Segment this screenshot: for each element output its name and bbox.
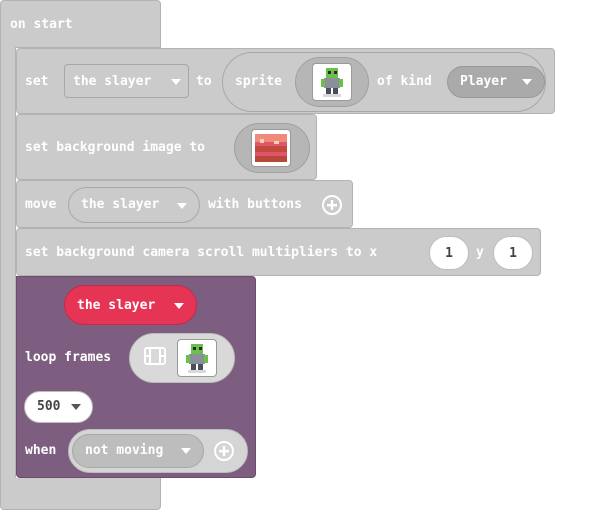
kind-dropdown-label: Player <box>460 74 507 89</box>
kind-dropdown[interactable]: Player <box>447 66 545 98</box>
add-circle-icon[interactable] <box>321 194 343 216</box>
background-image-picker[interactable] <box>234 123 310 173</box>
background-image-icon <box>255 134 287 162</box>
add-circle-icon[interactable] <box>213 440 235 462</box>
variable-dropdown-the-slayer[interactable]: the slayer <box>64 64 189 98</box>
with-buttons-label: with buttons <box>208 197 302 212</box>
when-label: when <box>25 443 57 458</box>
on-start-bottom <box>0 478 161 510</box>
set-background-block[interactable]: set background image to <box>16 114 317 180</box>
interval-value: 500 <box>37 399 61 414</box>
y-value-input[interactable]: 1 <box>493 236 533 270</box>
sprite-image-picker[interactable] <box>295 57 369 107</box>
move-block[interactable]: move the slayer with buttons <box>16 180 353 228</box>
sprite-create-block[interactable]: sprite of kind Player <box>222 52 546 112</box>
on-start-left-rail <box>0 47 16 481</box>
move-label: move <box>25 197 57 212</box>
interval-dropdown[interactable]: 500 <box>24 391 93 423</box>
condition-dropdown[interactable]: not moving <box>72 434 204 468</box>
chevron-down-icon <box>171 79 181 85</box>
slayer-sprite-icon <box>321 68 343 97</box>
animation-sprite-variable[interactable]: the slayer <box>64 285 197 325</box>
chevron-down-icon <box>71 404 81 410</box>
loop-frames-animation-block[interactable]: the slayer loop frames 500 when not movi… <box>16 276 256 478</box>
set-background-label: set background image to <box>25 140 206 155</box>
move-variable-label: the slayer <box>81 197 160 212</box>
y-label: y <box>476 245 484 260</box>
of-kind-label: of kind <box>377 74 432 89</box>
camera-scroll-block[interactable]: set background camera scroll multipliers… <box>16 228 541 276</box>
frames-picker[interactable] <box>129 333 235 383</box>
slayer-frame-icon <box>186 344 208 373</box>
animation-variable-label: the slayer <box>77 298 156 313</box>
condition-block[interactable]: not moving <box>68 429 248 473</box>
condition-label: not moving <box>85 443 164 458</box>
sprite-label: sprite <box>235 74 282 89</box>
chevron-down-icon <box>522 79 532 85</box>
on-start-label: on start <box>10 17 73 32</box>
background-thumbnail <box>251 129 291 167</box>
set-label: set <box>25 74 49 89</box>
on-start-block[interactable]: on start <box>0 0 161 48</box>
film-icon <box>144 347 166 365</box>
chevron-down-icon <box>181 448 191 454</box>
sprite-thumbnail <box>312 63 352 101</box>
to-label: to <box>196 74 212 89</box>
chevron-down-icon <box>174 303 184 309</box>
set-sprite-block[interactable]: set the slayer to sprite of kind Player <box>16 48 555 114</box>
move-variable-dropdown[interactable]: the slayer <box>68 187 200 223</box>
loop-frames-label: loop frames <box>25 350 112 365</box>
frame-thumbnail <box>177 339 217 377</box>
variable-dropdown-label: the slayer <box>73 73 152 89</box>
chevron-down-icon <box>177 203 187 209</box>
x-value-input[interactable]: 1 <box>429 236 469 270</box>
camera-scroll-label: set background camera scroll multipliers… <box>25 245 378 260</box>
